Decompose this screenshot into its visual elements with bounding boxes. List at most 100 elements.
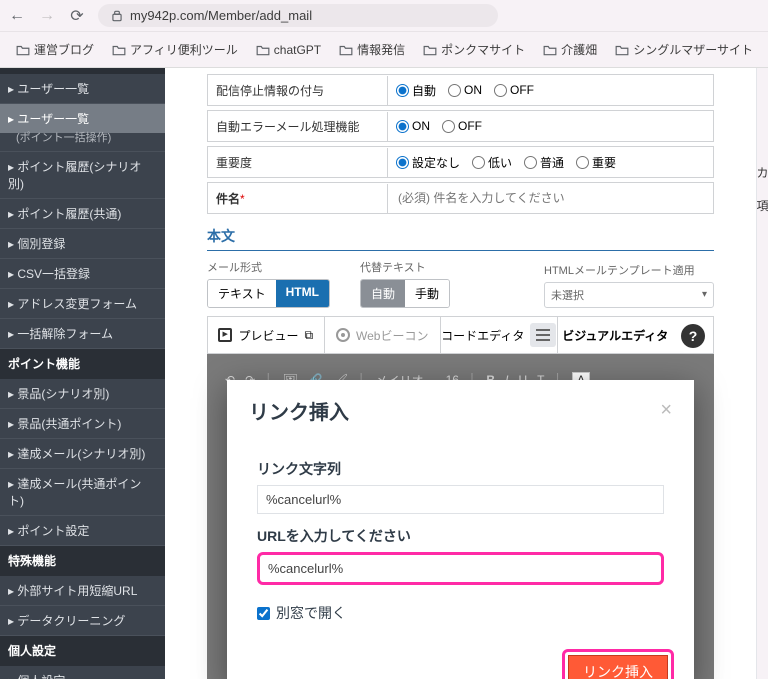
label-html-template: HTMLメールテンプレート適用 [544,262,714,278]
sidebar-item-label: アドレス変更フォーム [17,297,137,311]
sidebar-item-prize-common[interactable]: ▸ 景品(共通ポイント) [0,409,165,439]
radio-off[interactable]: OFF [494,83,534,97]
sidebar-item-label: 景品(シナリオ別) [17,387,109,401]
sidebar-item-point-settings[interactable]: ▸ ポイント設定 [0,516,165,546]
sidebar-item-label: ポイント履歴(共通) [17,207,121,221]
section-body-title: 本文 [207,222,714,251]
radio-none[interactable]: 設定なし [396,154,460,171]
bookmark-label: 運営ブログ [34,41,94,58]
radio-label: 重要 [592,154,616,171]
gutter-label: 項 [757,197,768,214]
link-url-input[interactable] [257,552,664,585]
folder-icon [423,44,437,56]
tab-code-editor[interactable]: コードエディタ [441,317,558,353]
tab-label: コードエディタ [441,327,524,344]
main-content: 配信停止情報の付与 自動 ON OFF 自動エラーメール処理機能 ON OFF … [165,68,756,679]
radio-on[interactable]: ON [396,119,430,133]
label-alt-text: 代替テキスト [360,259,450,275]
sidebar-item-personal-settings[interactable]: ▸ 個人設定 [0,666,165,679]
bookmark-item[interactable]: 介護畑 [537,37,603,62]
sidebar-item-point-history-common[interactable]: ▸ ポイント履歴(共通) [0,199,165,229]
sidebar-item-achieve-mail-common[interactable]: ▸ 達成メール(共通ポイント) [0,469,165,516]
radio-auto[interactable]: 自動 [396,82,436,99]
editor-tabbar: プレビュー ⧉ Webビーコン コードエディタ ビジュアルエディタ ? [207,316,714,354]
address-bar[interactable]: my942p.com/Member/add_mail [98,4,498,27]
sidebar-item-label: 個人設定 [17,674,65,679]
bookmark-item[interactable]: ポンクマサイト [417,37,531,62]
forward-icon[interactable]: → [38,7,56,25]
label-auto-error: 自動エラーメール処理機能 [208,112,388,141]
label-priority: 重要度 [208,148,388,177]
seg-option-html[interactable]: HTML [276,280,329,307]
sidebar-item-label: ユーザー一覧 [17,112,89,126]
sidebar-item-csv-bulk-register[interactable]: ▸ CSV一括登録 [0,259,165,289]
bookmark-item[interactable]: chatGPT [250,39,327,61]
tab-web-beacon[interactable]: Webビーコン [325,317,442,353]
tab-label: プレビュー [238,327,298,344]
bookmark-label: アフィリ便利ツール [130,41,238,58]
bookmark-item[interactable]: アフィリ便利ツール [106,37,244,62]
bookmark-item[interactable]: 運営ブログ [10,37,100,62]
radio-label: 普通 [540,154,564,171]
bookmark-bar: 運営ブログ アフィリ便利ツール chatGPT 情報発信 ポンクマサイト 介護畑… [0,32,768,68]
seg-option-text[interactable]: テキスト [208,280,276,307]
radio-high[interactable]: 重要 [576,154,616,171]
bookmark-label: 情報発信 [357,41,405,58]
sidebar-item-point-history-scenario[interactable]: ▸ ポイント履歴(シナリオ別) [0,152,165,199]
subject-input[interactable] [392,187,709,209]
tab-visual-editor[interactable]: ビジュアルエディタ [558,317,674,353]
link-string-input[interactable] [257,485,664,514]
radio-normal[interactable]: 普通 [524,154,564,171]
bookmark-item[interactable]: 情報発信 [333,37,411,62]
preview-icon [218,328,232,342]
sidebar-item-label: 一括解除フォーム [17,327,113,341]
help-icon[interactable]: ? [681,324,705,348]
tab-preview[interactable]: プレビュー ⧉ [208,317,325,353]
sidebar-subtext: (ポイント一括操作) [0,127,165,152]
sidebar-item-bulk-unsubscribe-form[interactable]: ▸ 一括解除フォーム [0,319,165,349]
radio-label: 低い [488,154,512,171]
folder-icon [112,44,126,56]
radio-low[interactable]: 低い [472,154,512,171]
radio-label: ON [412,119,430,133]
sidebar-item-label: 達成メール(シナリオ別) [17,447,145,461]
sidebar-item-label: CSV一括登録 [17,267,90,281]
seg-option-manual[interactable]: 手動 [405,280,449,307]
radio-off[interactable]: OFF [442,119,482,133]
bookmark-label: シングルマザーサイト [633,41,753,58]
html-template-select[interactable]: 未選択 [544,282,714,308]
newwindow-checkbox[interactable]: 別窓で開く [257,603,664,623]
folder-icon [543,44,557,56]
sidebar-item-achieve-mail-scenario[interactable]: ▸ 達成メール(シナリオ別) [0,439,165,469]
sidebar-item-external-short-url[interactable]: ▸ 外部サイト用短縮URL [0,576,165,606]
sidebar-item-user-list[interactable]: ▸ ユーザー一覧 [0,74,165,104]
seg-option-auto[interactable]: 自動 [361,280,405,307]
bookmark-label: 介護畑 [561,41,597,58]
folder-icon [615,44,629,56]
sidebar-item-prize-scenario[interactable]: ▸ 景品(シナリオ別) [0,379,165,409]
tab-label: ビジュアルエディタ [562,327,668,344]
radio-label: 設定なし [412,154,460,171]
segmented-mail-format: テキスト HTML [207,279,330,308]
gutter-label: カ [757,164,768,181]
reload-icon[interactable]: ⟳ [68,7,86,25]
modal-close-icon[interactable]: × [660,399,672,422]
bookmark-item[interactable]: シングルマザーサイト [609,37,759,62]
browser-toolbar: ← → ⟳ my942p.com/Member/add_mail [0,0,768,32]
site-icon [110,9,124,23]
editor-canvas: ↶ ↷ │ 🖼 🔗 🖌 │ メイリオ… 16 │ B I U T̲ │ A [207,354,714,679]
back-icon[interactable]: ← [8,7,26,25]
insert-button-highlight: リンク挿入 [562,649,674,679]
sidebar-item-label: ポイント設定 [17,524,89,538]
radio-label: OFF [458,119,482,133]
checkbox-label: 別窓で開く [276,603,346,623]
newwindow-checkbox-input[interactable] [257,607,270,620]
beacon-icon [336,328,350,342]
radio-label: OFF [510,83,534,97]
insert-link-button[interactable]: リンク挿入 [568,655,668,679]
sidebar-item-address-change-form[interactable]: ▸ アドレス変更フォーム [0,289,165,319]
tab-label: Webビーコン [356,327,428,344]
sidebar-item-individual-register[interactable]: ▸ 個別登録 [0,229,165,259]
sidebar-item-data-cleaning[interactable]: ▸ データクリーニング [0,606,165,636]
radio-on[interactable]: ON [448,83,482,97]
